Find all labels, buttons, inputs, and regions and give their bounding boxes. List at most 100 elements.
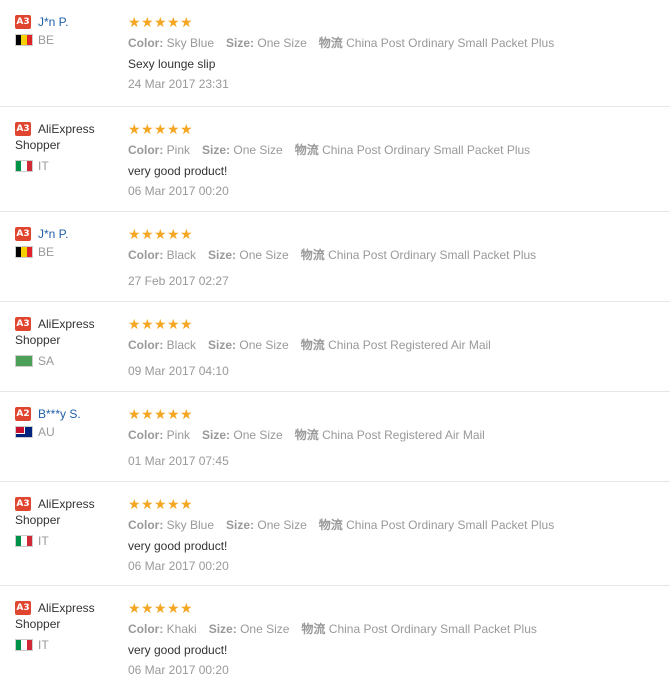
buyer-country: AU [38,425,55,439]
order-info: Color: Black Size: One Size 物流 China Post … [128,247,536,263]
star-icon: ★ [154,600,167,616]
star-icon: ★ [128,406,141,422]
review-item: A3 AliExpress Shopper IT ★ ★ ★ ★ ★ Color: Sky Blu… [0,481,670,586]
country-flag-icon [15,34,33,46]
review-item: A3 J*n P. BE ★ ★ ★ ★ ★ Color: Sky Blue Size: One … [0,0,670,106]
size-value: One Size [240,622,290,636]
size-value: One Size [257,518,307,532]
logistics-label: 物流 [300,248,325,262]
logistics-label: 物流 [294,143,319,157]
star-rating: ★ ★ ★ ★ ★ [128,227,193,241]
star-icon: ★ [154,316,167,332]
star-icon: ★ [180,316,193,332]
size-label: Size: [202,143,231,157]
star-rating: ★ ★ ★ ★ ★ [128,407,193,421]
logistics-value: China Post Registered Air Mail [322,428,485,442]
star-icon: ★ [154,496,167,512]
buyer-name-line2: Shopper [15,513,61,527]
logistics-value: China Post Ordinary Small Packet Plus [346,36,555,50]
buyer-level-badge: A3 [15,122,31,136]
star-rating: ★ ★ ★ ★ ★ [128,317,193,331]
logistics-label: 物流 [300,338,325,352]
star-rating: ★ ★ ★ ★ ★ [128,15,193,29]
color-label: Color: [128,622,164,636]
color-value: Black [166,338,197,352]
size-label: Size: [202,428,231,442]
buyer-level-badge: A3 [15,497,31,511]
star-icon: ★ [128,14,141,30]
star-icon: ★ [180,226,193,242]
size-label: Size: [226,518,255,532]
order-info: Color: Sky Blue Size: One Size 物流 China Po… [128,517,554,533]
logistics-value: China Post Registered Air Mail [328,338,491,352]
star-icon: ★ [128,600,141,616]
star-icon: ★ [167,316,180,332]
country-flag-icon [15,426,33,438]
star-rating: ★ ★ ★ ★ ★ [128,601,193,615]
buyer-country: BE [38,245,55,259]
country-flag-icon [15,246,33,258]
review-item: A2 B***y S. AU ★ ★ ★ ★ ★ Color: Pink Size: One Si… [0,391,670,482]
buyer-level-badge: A3 [15,227,31,241]
color-label: Color: [128,428,164,442]
review-date: 27 Feb 2017 02:27 [128,274,229,288]
star-icon: ★ [128,496,141,512]
buyer-name: AliExpress [38,122,95,136]
buyer-name[interactable]: B***y S. [38,406,81,422]
country-flag-icon [15,160,33,172]
logistics-value: China Post Ordinary Small Packet Plus [346,518,555,532]
size-value: One Size [257,36,307,50]
buyer-country: IT [38,638,49,652]
color-value: Pink [166,143,191,157]
size-value: One Size [239,338,289,352]
order-info: Color: Sky Blue Size: One Size 物流 China Po… [128,35,554,51]
review-item: A3 J*n P. BE ★ ★ ★ ★ ★ Color: Black Size: One Siz… [0,211,670,302]
buyer-level-badge: A2 [15,407,31,421]
star-icon: ★ [141,121,154,137]
star-icon: ★ [154,121,167,137]
order-info: Color: Khaki Size: One Size 物流 China Post … [128,621,537,637]
logistics-label: 物流 [301,622,326,636]
star-icon: ★ [141,600,154,616]
color-label: Color: [128,518,164,532]
buyer-country: IT [38,159,49,173]
star-icon: ★ [141,226,154,242]
feedback-text: very good product! [128,539,228,553]
logistics-label: 物流 [294,428,319,442]
star-icon: ★ [167,14,180,30]
size-value: One Size [233,143,283,157]
star-rating: ★ ★ ★ ★ ★ [128,122,193,136]
star-icon: ★ [128,316,141,332]
star-icon: ★ [128,226,141,242]
review-item: A3 AliExpress Shopper IT ★ ★ ★ ★ ★ Color: Pink Siz… [0,106,670,212]
buyer-name[interactable]: J*n P. [38,226,68,242]
country-flag-icon [15,355,33,367]
buyer-name: AliExpress [38,601,95,615]
buyer-name[interactable]: J*n P. [38,14,68,30]
star-icon: ★ [180,496,193,512]
review-item: A3 AliExpress Shopper IT ★ ★ ★ ★ ★ Color: Khaki Si… [0,585,670,687]
star-icon: ★ [154,406,167,422]
star-icon: ★ [141,316,154,332]
review-date: 09 Mar 2017 04:10 [128,364,229,378]
review-date: 06 Mar 2017 00:20 [128,559,229,573]
order-info: Color: Black Size: One Size 物流 China Post … [128,337,491,353]
color-label: Color: [128,248,164,262]
buyer-name-line2: Shopper [15,617,61,631]
star-icon: ★ [167,600,180,616]
buyer-name: AliExpress [38,317,95,331]
buyer-name: AliExpress [38,497,95,511]
star-icon: ★ [128,121,141,137]
review-date: 06 Mar 2017 00:20 [128,184,229,198]
star-icon: ★ [141,406,154,422]
star-icon: ★ [180,14,193,30]
size-value: One Size [239,248,289,262]
color-value: Black [166,248,197,262]
review-date: 06 Mar 2017 00:20 [128,663,229,677]
size-label: Size: [208,338,237,352]
star-icon: ★ [180,121,193,137]
star-icon: ★ [167,226,180,242]
star-icon: ★ [154,226,167,242]
star-icon: ★ [154,14,167,30]
star-icon: ★ [141,14,154,30]
